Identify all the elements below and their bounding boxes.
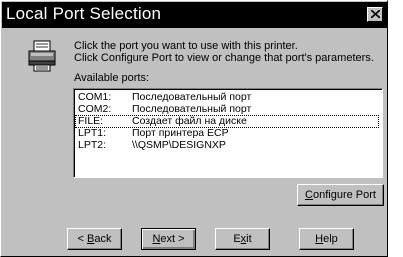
- printer-icon: [28, 40, 56, 72]
- help-button[interactable]: Help: [299, 228, 354, 250]
- back-button[interactable]: < Back: [67, 228, 122, 250]
- port-name: COM1:: [78, 91, 112, 103]
- instruction-line-2: Click Configure Port to view or change t…: [74, 52, 374, 64]
- available-ports-label: Available ports:: [74, 72, 150, 84]
- port-description: Порт принтера ECP: [132, 127, 229, 139]
- title-bar[interactable]: Local Port Selection: [2, 2, 387, 28]
- port-row-lpt1[interactable]: LPT1: Порт принтера ECP: [76, 128, 378, 139]
- configure-label: onfigure Port: [312, 189, 376, 201]
- next-button[interactable]: Next >: [141, 228, 196, 250]
- port-row-com1[interactable]: COM1: Последовательный порт: [76, 92, 378, 103]
- exit-label: it: [246, 233, 252, 245]
- port-name: LPT1:: [78, 127, 107, 139]
- back-prefix: <: [77, 233, 87, 245]
- port-description: Создает файл на диске: [132, 115, 247, 127]
- window-title: Local Port Selection: [6, 4, 162, 23]
- configure-port-button[interactable]: Configure Port: [297, 184, 384, 206]
- help-mnemonic: H: [315, 233, 324, 245]
- ports-listbox[interactable]: COM1: Последовательный порт COM2: Послед…: [73, 88, 383, 178]
- port-row-file[interactable]: FILE: Создает файл на диске: [75, 115, 379, 128]
- close-icon: [371, 10, 380, 18]
- configure-mnemonic: C: [305, 189, 313, 201]
- instruction-line-1: Click the port you want to use with this…: [74, 40, 298, 52]
- close-button[interactable]: [367, 7, 383, 22]
- back-label: ack: [94, 233, 112, 245]
- port-description: Последовательный порт: [132, 91, 252, 103]
- port-description: \\QSMP\DESIGNXP: [132, 139, 226, 151]
- port-name: LPT2:: [78, 139, 107, 151]
- port-row-com2[interactable]: COM2: Последовательный порт: [76, 104, 378, 115]
- port-name: COM2:: [78, 103, 112, 115]
- help-label: elp: [323, 233, 338, 245]
- local-port-selection-dialog: Local Port Selection Click the port you …: [0, 0, 388, 257]
- next-label: ext >: [160, 233, 185, 245]
- port-row-lpt2[interactable]: LPT2: \\QSMP\DESIGNXP: [76, 140, 378, 151]
- exit-prefix: E: [233, 233, 241, 245]
- exit-button[interactable]: Exit: [215, 228, 270, 250]
- port-name: FILE:: [78, 115, 104, 127]
- port-description: Последовательный порт: [132, 103, 252, 115]
